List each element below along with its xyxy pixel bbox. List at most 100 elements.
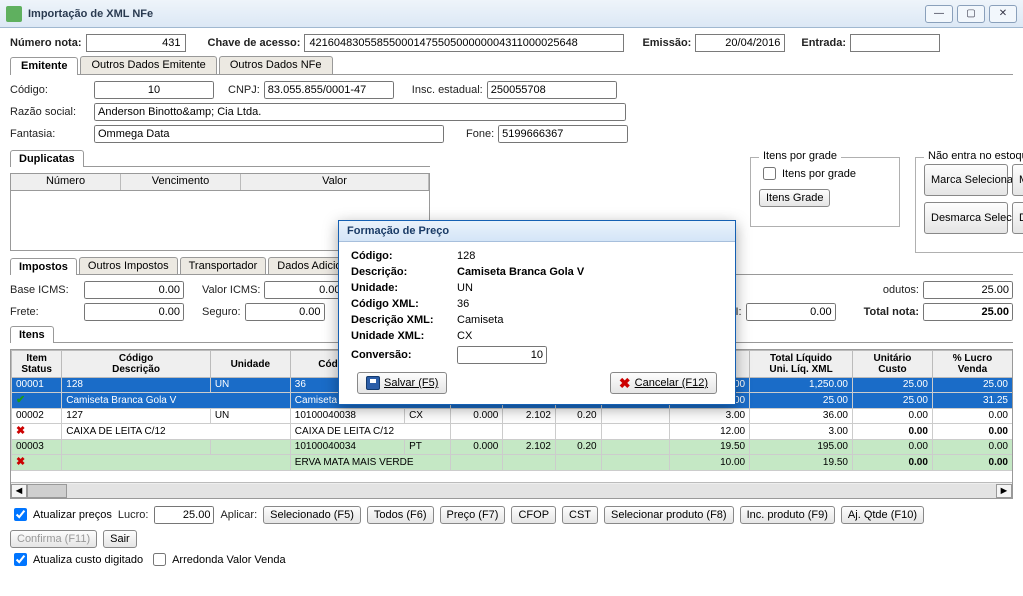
tab-outros-dados-emitente[interactable]: Outros Dados Emitente bbox=[80, 56, 216, 74]
maximize-button[interactable]: ▢ bbox=[957, 5, 985, 23]
dlg-descxml-value: Camiseta bbox=[457, 314, 503, 326]
aj-qtde-button[interactable]: Aj. Qtde (F10) bbox=[841, 506, 924, 524]
atualizar-precos-check[interactable]: Atualizar preços bbox=[10, 505, 112, 524]
scroll-thumb[interactable] bbox=[27, 484, 67, 498]
dlg-desc-value: Camiseta Branca Gola V bbox=[457, 266, 584, 278]
grid-header[interactable]: UnitárioCusto bbox=[852, 351, 932, 378]
scroll-right-button[interactable]: ► bbox=[996, 484, 1012, 498]
marca-todos-button[interactable]: Marca Todos bbox=[1012, 164, 1023, 196]
table-row-desc[interactable]: ✖ERVA MATA MAIS VERDE10.0019.500.000.00 bbox=[12, 455, 1013, 471]
produtos-field[interactable] bbox=[923, 281, 1013, 299]
lucro-label: Lucro: bbox=[118, 509, 149, 521]
cst-button[interactable]: CST bbox=[562, 506, 598, 524]
itens-grade-button[interactable]: Itens Grade bbox=[759, 189, 830, 207]
total-nota-label: Total nota: bbox=[864, 306, 919, 318]
entrada-label: Entrada: bbox=[801, 37, 846, 49]
itens-grade-legend: Itens por grade bbox=[759, 150, 841, 162]
ie-label: Insc. estadual: bbox=[412, 84, 483, 96]
aplicar-selecionado-button[interactable]: Selecionado (F5) bbox=[263, 506, 361, 524]
dup-col-numero: Número bbox=[11, 174, 121, 190]
fantasia-field[interactable] bbox=[94, 125, 444, 143]
tab-impostos[interactable]: Impostos bbox=[10, 258, 77, 275]
table-row[interactable]: 0000310100040034PT0.0002.1020.2019.50195… bbox=[12, 440, 1013, 455]
dup-col-vencimento: Vencimento bbox=[121, 174, 241, 190]
table-row[interactable]: 00002127UN10100040038CX0.0002.1020.203.0… bbox=[12, 409, 1013, 424]
desmarca-selecionado-button[interactable]: Desmarca Selecionado bbox=[924, 202, 1008, 234]
emissao-label: Emissão: bbox=[642, 37, 691, 49]
desmarca-todos-button[interactable]: Desmarca Todos bbox=[1012, 202, 1023, 234]
base-icms-label: Base ICMS: bbox=[10, 284, 80, 296]
cnpj-field[interactable] bbox=[264, 81, 394, 99]
valor-icms-label: Valor ICMS: bbox=[202, 284, 260, 296]
frete-label: Frete: bbox=[10, 306, 80, 318]
lucro-field[interactable] bbox=[154, 506, 214, 524]
tab-outros-impostos[interactable]: Outros Impostos bbox=[79, 257, 178, 274]
grid-header[interactable]: ItemStatus bbox=[12, 351, 62, 378]
dlg-cancelar-button[interactable]: ✖Cancelar (F12) bbox=[610, 372, 717, 394]
dlg-unidade-label: Unidade: bbox=[351, 282, 451, 294]
horizontal-scrollbar[interactable]: ◄ ► bbox=[11, 482, 1012, 498]
preco-button[interactable]: Preço (F7) bbox=[440, 506, 506, 524]
inc-produto-button[interactable]: Inc. produto (F9) bbox=[740, 506, 835, 524]
dlg-codxml-value: 36 bbox=[457, 298, 469, 310]
app-icon bbox=[6, 6, 22, 22]
chave-acesso-field[interactable] bbox=[304, 34, 624, 52]
valor-icms-field[interactable] bbox=[264, 281, 344, 299]
itens-por-grade-check[interactable]: Itens por grade bbox=[759, 164, 856, 183]
base-icms-field[interactable] bbox=[84, 281, 184, 299]
cfop-button[interactable]: CFOP bbox=[511, 506, 556, 524]
dlg-descxml-label: Descrição XML: bbox=[351, 314, 451, 326]
selecionar-produto-button[interactable]: Selecionar produto (F8) bbox=[604, 506, 734, 524]
fone-field[interactable] bbox=[498, 125, 628, 143]
grid-header[interactable]: % LucroVenda bbox=[932, 351, 1012, 378]
codigo-field[interactable] bbox=[94, 81, 214, 99]
seguro-field[interactable] bbox=[245, 303, 325, 321]
fantasia-label: Fantasia: bbox=[10, 128, 90, 140]
numero-nota-field[interactable] bbox=[86, 34, 186, 52]
codigo-label: Código: bbox=[10, 84, 90, 96]
save-icon bbox=[366, 376, 380, 390]
entrada-field[interactable] bbox=[850, 34, 940, 52]
tab-duplicatas[interactable]: Duplicatas bbox=[10, 150, 84, 167]
frete-field[interactable] bbox=[84, 303, 184, 321]
emissao-field[interactable] bbox=[695, 34, 785, 52]
dlg-codxml-label: Código XML: bbox=[351, 298, 451, 310]
tab-emitente[interactable]: Emitente bbox=[10, 57, 78, 75]
table-row-desc[interactable]: ✖CAIXA DE LEITA C/12CAIXA DE LEITA C/121… bbox=[12, 424, 1013, 440]
grid-header[interactable]: CódigoDescrição bbox=[62, 351, 211, 378]
dlg-unidade-value: UN bbox=[457, 282, 473, 294]
emitente-tabs: Emitente Outros Dados Emitente Outros Da… bbox=[10, 56, 1013, 75]
grid-header[interactable]: Unidade bbox=[210, 351, 290, 378]
tab-itens[interactable]: Itens bbox=[10, 326, 54, 343]
formacao-preco-dialog: Formação de Preço Código:128 Descrição:C… bbox=[338, 220, 736, 405]
duplicatas-header: Número Vencimento Valor bbox=[10, 173, 430, 191]
arredonda-check[interactable]: Arredonda Valor Venda bbox=[149, 550, 286, 569]
dlg-codigo-value: 128 bbox=[457, 250, 475, 262]
close-button[interactable]: ✕ bbox=[989, 5, 1017, 23]
ie-field[interactable] bbox=[487, 81, 617, 99]
dlg-desc-label: Descrição: bbox=[351, 266, 451, 278]
grid-header[interactable]: Total LíquidoUni. Líq. XML bbox=[750, 351, 853, 378]
razao-field[interactable] bbox=[94, 103, 626, 121]
dlg-unxml-value: CX bbox=[457, 330, 472, 342]
sair-button[interactable]: Sair bbox=[103, 530, 137, 548]
dlg-conversao-field[interactable] bbox=[457, 346, 547, 364]
aplicar-todos-button[interactable]: Todos (F6) bbox=[367, 506, 434, 524]
dlg-salvar-button[interactable]: Salvar (F5) bbox=[357, 372, 447, 394]
scroll-left-button[interactable]: ◄ bbox=[11, 484, 27, 498]
produtos-label: odutos: bbox=[883, 284, 919, 296]
total-nota-field[interactable] bbox=[923, 303, 1013, 321]
dlg-conversao-label: Conversão: bbox=[351, 349, 451, 361]
tab-outros-dados-nfe[interactable]: Outros Dados NFe bbox=[219, 56, 333, 74]
dup-col-valor: Valor bbox=[241, 174, 429, 190]
chave-acesso-label: Chave de acesso: bbox=[208, 37, 301, 49]
marca-selecionado-button[interactable]: Marca Selecionado bbox=[924, 164, 1008, 196]
tab-transportador[interactable]: Transportador bbox=[180, 257, 267, 274]
seguro-label: Seguro: bbox=[202, 306, 241, 318]
ipi-field[interactable] bbox=[746, 303, 836, 321]
window-title: Importação de XML NFe bbox=[28, 8, 925, 20]
atualiza-custo-check[interactable]: Atualiza custo digitado bbox=[10, 550, 143, 569]
numero-nota-label: Número nota: bbox=[10, 37, 82, 49]
minimize-button[interactable]: — bbox=[925, 5, 953, 23]
aplicar-label: Aplicar: bbox=[220, 509, 257, 521]
